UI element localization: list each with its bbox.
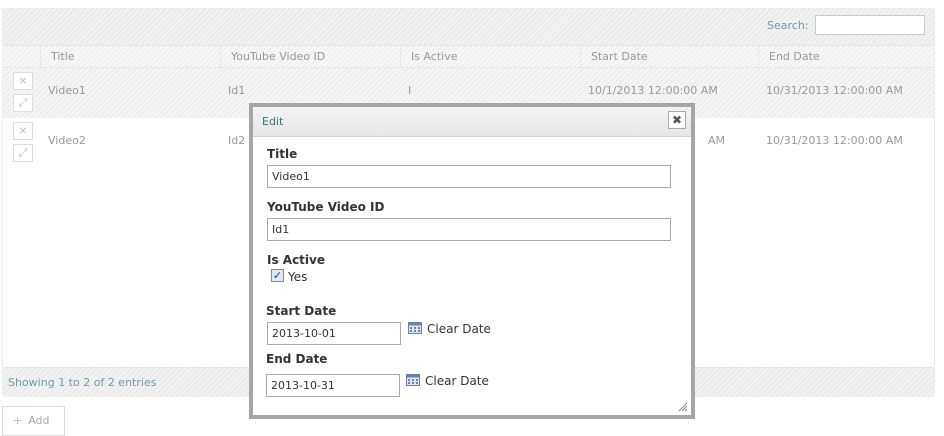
edit-dialog: Edit ✖ Title YouTube Video ID Is Active … [249, 103, 695, 419]
close-icon[interactable]: ✖ [668, 111, 686, 129]
start-date-input[interactable] [267, 322, 401, 345]
edit-row-button[interactable]: ⤢ [13, 94, 33, 112]
calendar-icon[interactable] [406, 374, 420, 386]
resize-grip-icon[interactable] [678, 402, 688, 412]
is-active-checkbox-label[interactable]: Yes [288, 270, 307, 284]
video-id-input[interactable] [267, 218, 671, 241]
add-button-label: Add [28, 414, 50, 427]
cell-title: Video2 [48, 134, 86, 147]
cell-video-id: Id2 [228, 134, 246, 147]
plus-icon: + [13, 414, 23, 427]
delete-row-button[interactable]: × [13, 122, 33, 140]
clear-start-date-link[interactable]: Clear Date [427, 322, 491, 336]
cell-end-date: 10/31/2013 12:00:00 AM [766, 134, 903, 147]
is-active-checkbox[interactable]: ✓ [271, 269, 284, 282]
column-header-start-date[interactable]: Start Date [580, 46, 758, 67]
dialog-titlebar[interactable]: Edit ✖ [253, 107, 691, 137]
grid-toolbar: Search: [3, 9, 934, 46]
actions-column-header [3, 46, 40, 67]
search-label: Search: [767, 19, 809, 32]
column-header-title[interactable]: Title [40, 46, 220, 67]
title-label: Title [267, 147, 298, 161]
column-header-video-id[interactable]: YouTube Video ID [220, 46, 400, 67]
title-input[interactable] [267, 165, 671, 188]
column-header-end-date[interactable]: End Date [758, 46, 936, 67]
end-date-label: End Date [266, 352, 328, 366]
start-date-label: Start Date [266, 304, 337, 318]
table-header: Title YouTube Video ID Is Active Start D… [3, 46, 934, 68]
search-input[interactable] [815, 15, 925, 35]
add-button[interactable]: + Add [2, 406, 65, 436]
dialog-title: Edit [262, 115, 284, 128]
cell-video-id: Id1 [228, 84, 246, 97]
is-active-label: Is Active [267, 253, 325, 267]
delete-row-button[interactable]: × [13, 72, 33, 90]
cell-start-date: AM [708, 134, 726, 147]
edit-row-button[interactable]: ⤢ [13, 144, 33, 162]
pagination-info: Showing 1 to 2 of 2 entries [8, 376, 157, 389]
video-id-label: YouTube Video ID [267, 200, 385, 214]
column-header-is-active[interactable]: Is Active [400, 46, 580, 67]
clear-end-date-link[interactable]: Clear Date [425, 374, 489, 388]
calendar-icon[interactable] [408, 322, 422, 334]
end-date-input[interactable] [266, 374, 400, 397]
cell-title: Video1 [48, 84, 86, 97]
cell-end-date: 10/31/2013 12:00:00 AM [766, 84, 903, 97]
